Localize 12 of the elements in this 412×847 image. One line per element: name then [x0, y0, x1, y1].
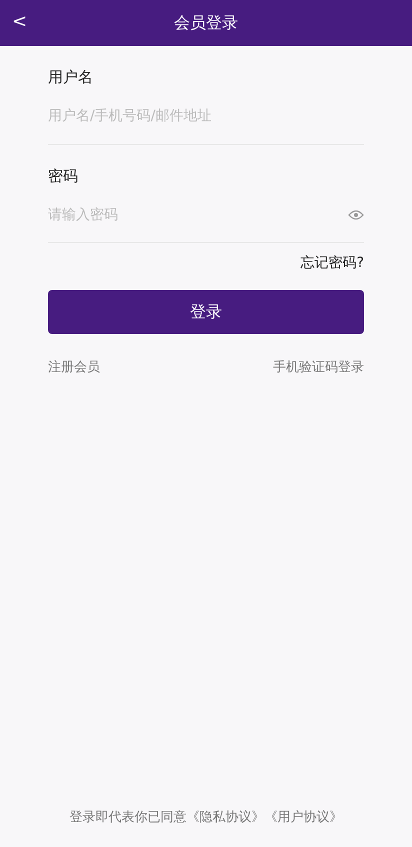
sms-login-link[interactable]: 手机验证码登录	[273, 358, 364, 378]
agreement-text: 登录即代表你已同意《隐私协议》《用户协议》	[70, 808, 342, 826]
register-link[interactable]: 注册会员	[48, 358, 100, 378]
back-button[interactable]: <	[8, 8, 32, 35]
forgot-password-link[interactable]: 忘记密码?	[300, 253, 364, 274]
eye-icon[interactable]	[348, 208, 364, 220]
input-field[interactable]: 用户名/手机号码/邮件地址	[48, 101, 364, 131]
input-field[interactable]: 请输入密码	[48, 200, 348, 230]
login-button[interactable]: 登录	[48, 290, 364, 334]
page-title: 会员登录	[174, 12, 238, 34]
field-label: 密码	[48, 166, 79, 186]
field-label: 用户名	[48, 67, 94, 88]
